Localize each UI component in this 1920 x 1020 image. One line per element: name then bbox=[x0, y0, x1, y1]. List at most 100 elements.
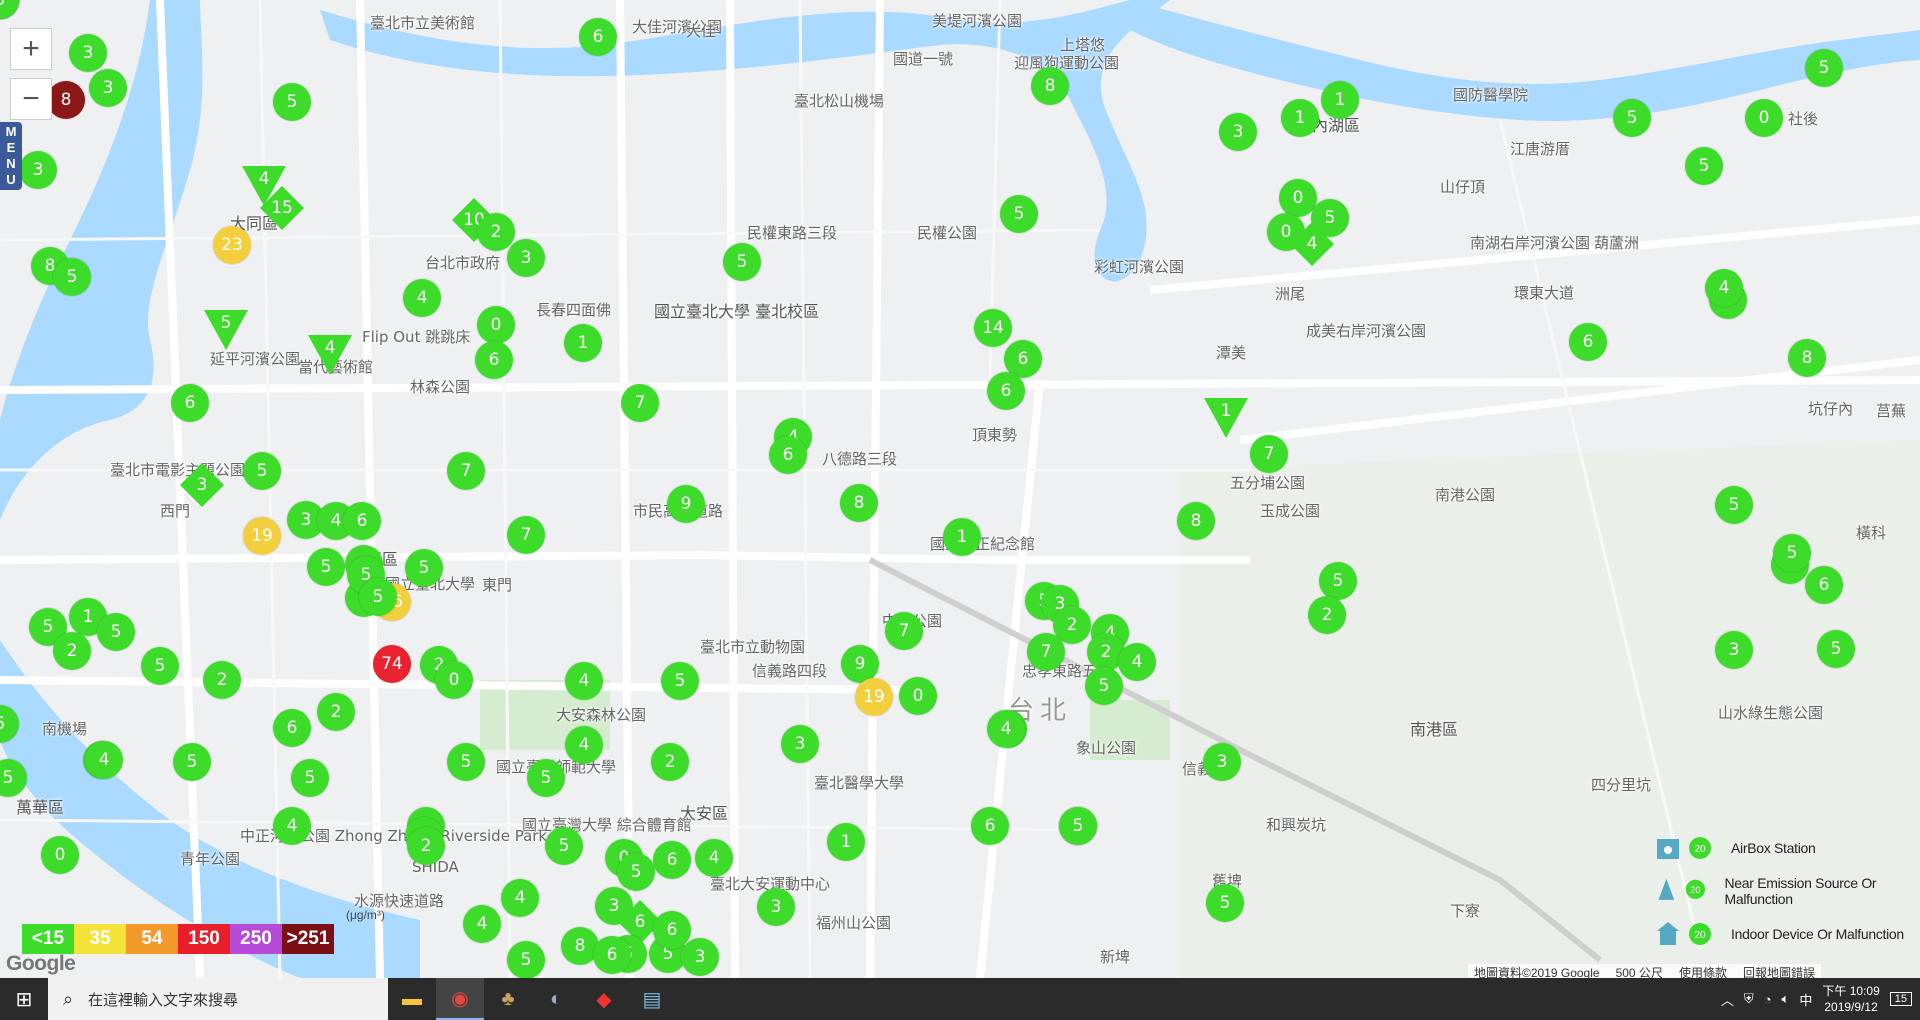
airbox-marker[interactable]: 2 bbox=[651, 743, 689, 781]
airbox-marker[interactable]: 5 bbox=[1059, 807, 1097, 845]
airbox-marker[interactable]: 5 bbox=[405, 549, 443, 587]
airbox-marker[interactable]: 7 bbox=[1250, 435, 1288, 473]
sketchup-app[interactable]: ◆ bbox=[580, 978, 628, 1020]
airbox-marker[interactable]: 1 bbox=[943, 518, 981, 556]
airbox-marker[interactable]: 3 bbox=[507, 239, 545, 277]
airbox-marker[interactable]: 5 bbox=[507, 941, 545, 978]
airbox-marker[interactable]: 5 bbox=[1805, 49, 1843, 87]
chrome-app[interactable]: ◉ bbox=[436, 978, 484, 1020]
airbox-marker[interactable]: 1 bbox=[1321, 81, 1359, 119]
airbox-marker[interactable]: 19 bbox=[243, 517, 281, 555]
airbox-marker[interactable]: 2 bbox=[407, 827, 445, 865]
airbox-marker[interactable]: 0 bbox=[899, 677, 937, 715]
zoom-in-button[interactable]: + bbox=[10, 28, 52, 70]
report-error-link[interactable]: 回報地圖錯誤 bbox=[1743, 964, 1815, 978]
airbox-marker[interactable]: 4 bbox=[1118, 643, 1156, 681]
airbox-marker[interactable]: 6 bbox=[653, 841, 691, 879]
airbox-marker[interactable]: 23 bbox=[213, 226, 251, 264]
airbox-marker[interactable]: 5 bbox=[1319, 562, 1357, 600]
airbox-marker[interactable]: 8 bbox=[1031, 67, 1069, 105]
airbox-marker[interactable]: 5 bbox=[527, 759, 565, 797]
chevron-up-icon[interactable]: ︿ bbox=[1721, 990, 1734, 1009]
airbox-marker[interactable]: 14 bbox=[974, 309, 1012, 347]
security-icon[interactable]: ⛨ bbox=[1744, 991, 1754, 1007]
airbox-marker[interactable]: 5 bbox=[661, 662, 699, 700]
airbox-marker[interactable]: 4 bbox=[695, 839, 733, 877]
airbox-marker[interactable]: 1 bbox=[827, 823, 865, 861]
airbox-marker[interactable]: 5 bbox=[1613, 99, 1651, 137]
airbox-marker[interactable]: 4 bbox=[1705, 269, 1743, 307]
airbox-marker[interactable]: 0 bbox=[41, 836, 79, 874]
paint-app[interactable]: ◐ bbox=[532, 978, 580, 1020]
airbox-marker[interactable]: 6 bbox=[475, 341, 513, 379]
airbox-marker[interactable]: 2 bbox=[1308, 596, 1346, 634]
airbox-marker[interactable]: 19 bbox=[855, 678, 893, 716]
airbox-marker[interactable]: 2 bbox=[53, 632, 91, 670]
airbox-marker[interactable]: 6 bbox=[971, 807, 1009, 845]
airbox-marker[interactable]: 5 bbox=[723, 243, 761, 281]
terms-link[interactable]: 使用條款 bbox=[1679, 964, 1727, 978]
airbox-marker[interactable]: 2 bbox=[317, 693, 355, 731]
airbox-marker[interactable]: 8 bbox=[1788, 339, 1826, 377]
airbox-marker[interactable]: 4 bbox=[403, 279, 441, 317]
airbox-marker[interactable]: 2 bbox=[203, 661, 241, 699]
map-canvas[interactable]: 臺北市立美術館 大佳河濱公園 美堤河濱公園 國道一號 臺北松山機場 迎風狗運動公園 上塔悠內… bbox=[0, 0, 1920, 978]
airbox-marker[interactable]: 3 bbox=[1219, 113, 1257, 151]
airbox-marker[interactable]: 6 bbox=[171, 384, 209, 422]
airbox-marker[interactable]: 4 bbox=[565, 662, 603, 700]
airbox-marker[interactable]: 5 bbox=[617, 853, 655, 891]
windows-start-button[interactable]: ⊞ bbox=[0, 978, 48, 1020]
zoom-out-button[interactable]: − bbox=[10, 78, 52, 120]
airbox-marker[interactable]: 5 bbox=[141, 647, 179, 685]
airbox-marker[interactable]: 3 bbox=[681, 938, 719, 976]
airbox-marker[interactable]: 4 bbox=[501, 879, 539, 917]
airbox-marker[interactable]: 3 bbox=[19, 151, 57, 189]
airbox-marker[interactable]: 7 bbox=[1027, 633, 1065, 671]
airbox-marker[interactable]: 74 bbox=[373, 645, 411, 683]
airbox-marker[interactable]: 9 bbox=[667, 485, 705, 523]
airbox-marker[interactable]: 4 bbox=[565, 726, 603, 764]
airbox-marker[interactable]: 2 bbox=[477, 213, 515, 251]
airbox-marker[interactable]: 5 bbox=[1715, 486, 1753, 524]
airbox-marker[interactable]: 4 bbox=[85, 741, 123, 779]
airbox-marker[interactable]: 1 bbox=[564, 324, 602, 362]
airbox-marker[interactable]: 6 bbox=[1805, 566, 1843, 604]
volume-icon[interactable]: 🔈︎ bbox=[1782, 991, 1790, 1007]
ime-indicator[interactable]: 中 bbox=[1799, 990, 1812, 1009]
airbox-marker[interactable]: 4 bbox=[463, 905, 501, 943]
airbox-marker[interactable]: 5 bbox=[273, 83, 311, 121]
airbox-marker[interactable]: 6 bbox=[593, 936, 631, 974]
airbox-marker[interactable]: 1 bbox=[1281, 99, 1319, 137]
airbox-marker[interactable]: 8 bbox=[840, 484, 878, 522]
airbox-marker[interactable]: 5 bbox=[173, 743, 211, 781]
taskbar-clock[interactable]: 下午 10:09 2019/9/12 bbox=[1822, 983, 1879, 1015]
media-app[interactable]: ♣ bbox=[484, 978, 532, 1020]
airbox-marker[interactable]: 6 bbox=[987, 372, 1025, 410]
airbox-marker[interactable]: 7 bbox=[507, 516, 545, 554]
airbox-marker[interactable]: 3 bbox=[781, 725, 819, 763]
airbox-marker[interactable]: 5 bbox=[545, 827, 583, 865]
airbox-marker[interactable]: 7 bbox=[447, 452, 485, 490]
airbox-marker[interactable]: 5 bbox=[1773, 534, 1811, 572]
airbox-marker[interactable]: 0 bbox=[1745, 99, 1783, 137]
airbox-marker[interactable]: 8 bbox=[1177, 502, 1215, 540]
airbox-marker[interactable]: 5 bbox=[359, 578, 397, 616]
airbox-marker[interactable]: 5 bbox=[1000, 195, 1038, 233]
airbox-marker[interactable]: 5 bbox=[447, 743, 485, 781]
notification-icon[interactable]: 15 bbox=[1889, 992, 1912, 1006]
airbox-marker[interactable]: 5 bbox=[97, 613, 135, 651]
airbox-marker[interactable]: 3 bbox=[89, 69, 127, 107]
airbox-marker[interactable]: 0 bbox=[435, 661, 473, 699]
airbox-marker[interactable]: 7 bbox=[885, 612, 923, 650]
airbox-marker[interactable]: 3 bbox=[1715, 631, 1753, 669]
airbox-marker[interactable]: 5 bbox=[1817, 630, 1855, 668]
notes-app[interactable]: ▤ bbox=[628, 978, 676, 1020]
airbox-marker[interactable]: 5 bbox=[1206, 884, 1244, 922]
network-icon[interactable]: ◔ bbox=[1764, 992, 1772, 1007]
airbox-marker[interactable]: 4 bbox=[987, 710, 1025, 748]
airbox-marker[interactable]: 5 bbox=[1085, 667, 1123, 705]
airbox-marker[interactable]: 5 bbox=[1685, 147, 1723, 185]
airbox-marker[interactable]: 7 bbox=[621, 384, 659, 422]
airbox-marker[interactable]: 6 bbox=[1569, 323, 1607, 361]
airbox-marker[interactable]: 3 bbox=[69, 34, 107, 72]
